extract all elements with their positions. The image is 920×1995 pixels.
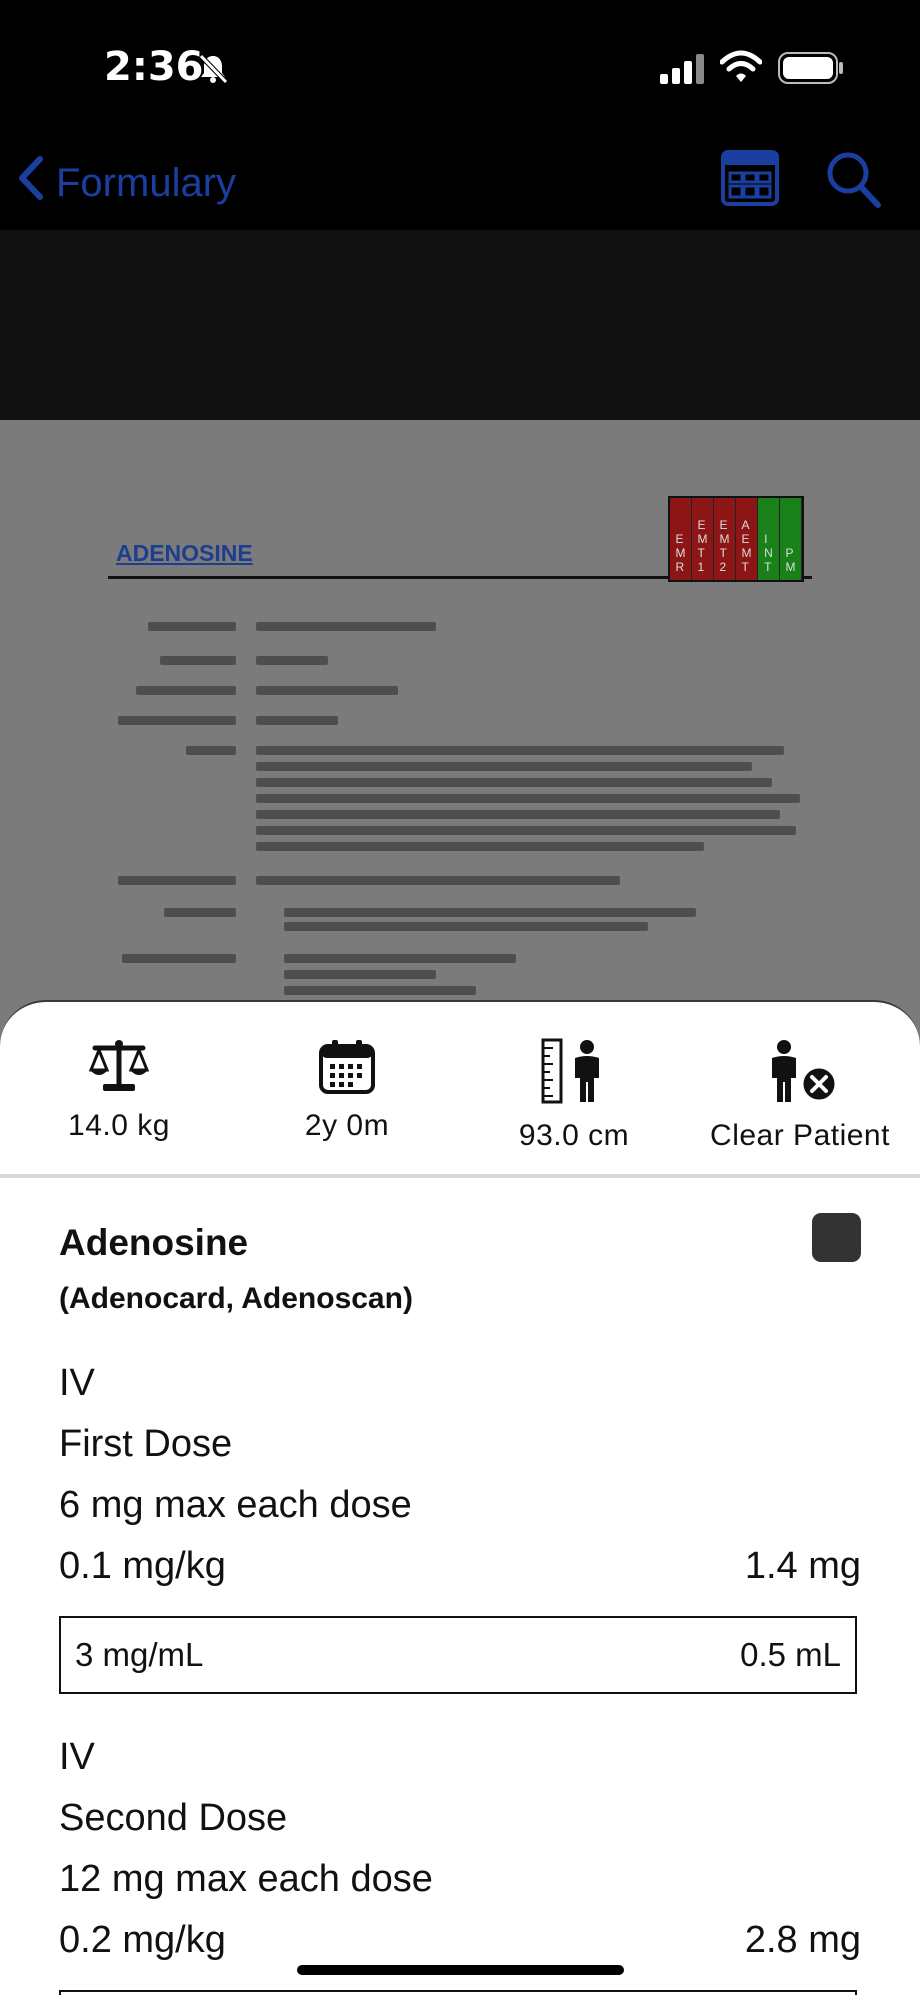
protocol-document-preview: ADENOSINE EMR EMT1 EMT2 AEMT INT PM (0, 420, 920, 1060)
weight-value: 14.0 kg (68, 1109, 170, 1142)
status-bar: 2:36 (0, 0, 920, 135)
dose-1-route: IV (59, 1362, 95, 1404)
dose-2-label: Second Dose (59, 1797, 288, 1839)
dose-1-max: 6 mg max each dose (59, 1484, 412, 1526)
level-aemt: AEMT (736, 498, 758, 580)
back-button[interactable]: Formulary (16, 155, 236, 211)
age-button[interactable]: 2y 0m (268, 1038, 426, 1143)
back-label: Formulary (56, 160, 237, 205)
level-pm: PM (780, 498, 802, 580)
scale-icon (88, 1038, 150, 1099)
status-time: 2:36 (104, 44, 204, 90)
dose-1-concentration: 3 mg/mL (75, 1636, 204, 1673)
document-title: ADENOSINE (116, 540, 253, 566)
dose-2-concentration-box[interactable] (59, 1990, 857, 1995)
wifi-icon (719, 50, 763, 89)
dose-1-volume: 0.5 mL (740, 1636, 841, 1673)
level-int: INT (758, 498, 780, 580)
clear-patient-button[interactable]: Clear Patient (694, 1038, 906, 1153)
clear-patient-label: Clear Patient (710, 1119, 890, 1152)
dose-1-concentration-box[interactable]: 3 mg/mL 0.5 mL (59, 1616, 857, 1694)
person-clear-icon (762, 1038, 838, 1109)
age-value: 2y 0m (304, 1109, 390, 1142)
level-emr: EMR (670, 498, 692, 580)
chevron-left-icon (16, 155, 56, 211)
calendar-icon (318, 1038, 376, 1099)
home-indicator[interactable] (297, 1965, 624, 1975)
navigation-bar: Formulary (0, 135, 920, 230)
dose-calculation-section: Adenosine (Adenocard, Adenoscan) IV Firs… (0, 1178, 920, 1995)
patient-info-panel: 14.0 kg 2y 0m 93.0 cm Clear Patient (0, 1000, 920, 1178)
drug-name: Adenosine (59, 1222, 249, 1263)
height-ruler-person-icon (541, 1038, 607, 1109)
level-emt1: EMT1 (692, 498, 714, 580)
dose-2-max: 12 mg max each dose (59, 1858, 433, 1900)
drug-brand-names: (Adenocard, Adenoscan) (59, 1282, 413, 1315)
battery-icon (778, 52, 844, 89)
dose-2-rate: 0.2 mg/kg (59, 1919, 226, 1961)
cellular-signal-icon (660, 54, 706, 89)
dose-1-label: First Dose (59, 1423, 233, 1465)
bell-muted-icon (196, 52, 230, 91)
level-emt2: EMT2 (714, 498, 736, 580)
weight-button[interactable]: 14.0 kg (40, 1038, 198, 1143)
height-button[interactable]: 93.0 cm (494, 1038, 654, 1153)
height-value: 93.0 cm (518, 1119, 630, 1152)
provider-level-chart: EMR EMT1 EMT2 AEMT INT PM (668, 496, 804, 582)
dimmed-header-area (0, 230, 920, 420)
dose-2-route: IV (59, 1736, 95, 1778)
dose-2-amount: 2.8 mg (744, 1919, 861, 1961)
dose-1-amount: 1.4 mg (744, 1545, 861, 1587)
favorite-checkbox[interactable] (812, 1213, 861, 1262)
search-icon[interactable] (826, 149, 882, 214)
dose-1-rate: 0.1 mg/kg (59, 1545, 226, 1587)
calculator-grid-icon[interactable] (720, 149, 780, 212)
